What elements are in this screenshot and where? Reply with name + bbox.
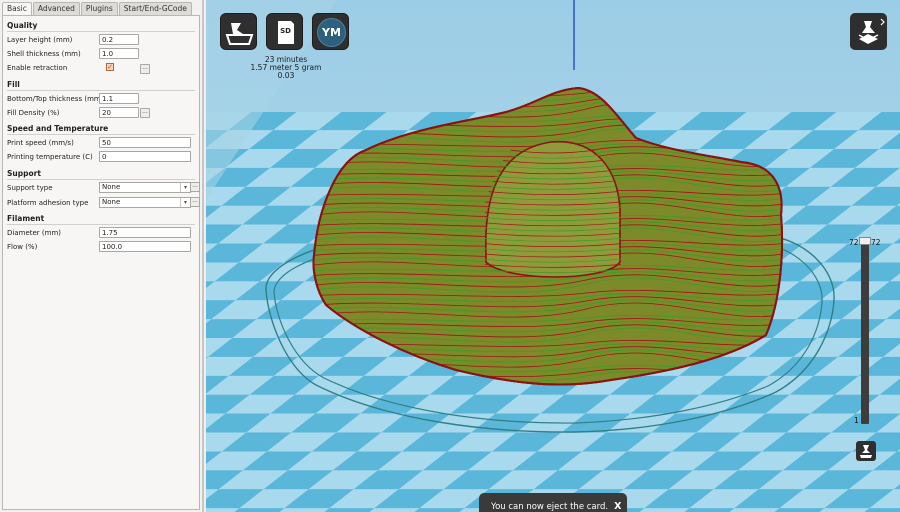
- section-title-quality: Quality: [7, 21, 38, 30]
- section-title-filament: Filament: [7, 214, 45, 223]
- bottom-top-thickness-label: Bottom/Top thickness (mm): [7, 95, 104, 103]
- settings-tabs: Basic Advanced Plugins Start/End-GCode: [2, 2, 193, 16]
- layer-height-input[interactable]: [99, 34, 139, 45]
- layer-height-label: Layer height (mm): [7, 36, 73, 44]
- diameter-input[interactable]: [99, 227, 191, 238]
- eject-message: You can now eject the card.: [491, 502, 609, 512]
- printing-temperature-label: Printing temperature (C): [7, 153, 93, 161]
- flow-label: Flow (%): [7, 243, 38, 251]
- close-notification-button[interactable]: X: [614, 501, 621, 512]
- divider: [7, 31, 195, 32]
- cura-window: Basic Advanced Plugins Start/End-GCode Q…: [0, 0, 900, 512]
- enable-retraction-label: Enable retraction: [7, 64, 68, 72]
- shell-thickness-input[interactable]: [99, 48, 139, 59]
- fill-density-label: Fill Density (%): [7, 109, 60, 117]
- support-type-value: None: [102, 183, 121, 191]
- print-info: 23 minutes 1.57 meter 5 gram 0.03: [206, 56, 366, 80]
- section-title-support: Support: [7, 169, 41, 178]
- tab-plugins[interactable]: Plugins: [80, 2, 118, 15]
- divider: [7, 179, 195, 180]
- printing-temperature-input[interactable]: [99, 151, 191, 162]
- 3d-viewport[interactable]: SD YM 23 minutes 1.57 meter 5 gram 0.03 …: [206, 0, 900, 512]
- basic-settings: Quality Layer height (mm) Shell thicknes…: [2, 15, 200, 510]
- layer-slider-handle[interactable]: [859, 237, 871, 245]
- platform-adhesion-value: None: [102, 198, 121, 206]
- fill-settings-button[interactable]: ...: [140, 108, 150, 118]
- tab-advanced[interactable]: Advanced: [32, 2, 80, 15]
- chevron-down-icon: ▾: [180, 198, 190, 207]
- load-model-icon: [225, 23, 254, 45]
- platform-adhesion-label: Platform adhesion type: [7, 199, 89, 207]
- fill-density-input[interactable]: [99, 107, 139, 118]
- diameter-label: Diameter (mm): [7, 229, 62, 237]
- section-title-fill: Fill: [7, 80, 20, 89]
- layer-slider-track[interactable]: [861, 240, 869, 424]
- layers-view-icon: [858, 18, 885, 44]
- retraction-settings-button[interactable]: ...: [140, 64, 150, 74]
- layer-top-left: 72: [849, 238, 859, 247]
- divider: [7, 134, 195, 135]
- support-type-select[interactable]: None ▾: [99, 182, 191, 193]
- print-speed-label: Print speed (mm/s): [7, 139, 74, 147]
- bottom-top-thickness-input[interactable]: [99, 93, 139, 104]
- print-speed-input[interactable]: [99, 137, 191, 148]
- divider: [7, 90, 195, 91]
- layer-view-toggle-button[interactable]: [856, 441, 876, 461]
- support-type-label: Support type: [7, 184, 53, 192]
- settings-panel: Basic Advanced Plugins Start/End-GCode Q…: [0, 0, 204, 512]
- section-title-speed: Speed and Temperature: [7, 124, 109, 133]
- layer-top-right: 72: [871, 238, 881, 247]
- adhesion-settings-button[interactable]: ...: [190, 197, 200, 207]
- platform-adhesion-select[interactable]: None ▾: [99, 197, 191, 208]
- print-cost: 0.03: [277, 71, 295, 80]
- youmagine-label: YM: [322, 26, 341, 39]
- youmagine-button[interactable]: YM: [312, 13, 349, 50]
- load-model-button[interactable]: [220, 13, 257, 50]
- sd-card-label: SD: [280, 27, 291, 35]
- tab-start-end-gcode[interactable]: Start/End-GCode: [118, 2, 192, 15]
- enable-retraction-checkbox[interactable]: ✓: [106, 63, 114, 71]
- tab-basic[interactable]: Basic: [2, 2, 32, 16]
- eject-notification: You can now eject the card. X: [479, 493, 627, 512]
- chevron-down-icon: ▾: [180, 183, 190, 192]
- support-settings-button[interactable]: ...: [190, 182, 200, 192]
- layer-bottom: 1: [854, 416, 859, 425]
- print-head-icon: [860, 445, 872, 458]
- flow-input[interactable]: [99, 241, 191, 252]
- shell-thickness-label: Shell thickness (mm): [7, 50, 81, 58]
- divider: [7, 224, 195, 225]
- save-to-sd-button[interactable]: SD: [266, 13, 303, 50]
- view-mode-button[interactable]: [850, 13, 887, 50]
